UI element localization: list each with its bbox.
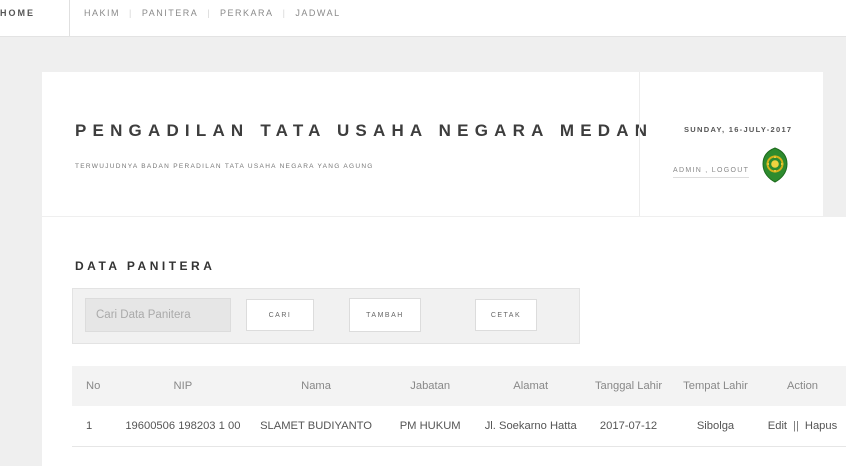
- site-title: PENGADILAN TATA USAHA NEGARA MEDAN: [75, 121, 654, 140]
- panitera-table: No NIP Nama Jabatan Alamat Tanggal Lahir…: [72, 366, 846, 447]
- action-separator: ||: [793, 419, 799, 432]
- nav-item-hakim[interactable]: HAKIM: [84, 8, 120, 18]
- table-row: 1 19600506 198203 1 00 SLAMET BUDIYANTO …: [72, 406, 846, 446]
- header-card: PENGADILAN TATA USAHA NEGARA MEDAN TERWU…: [42, 72, 823, 216]
- cell-tempat-lahir: Sibolga: [696, 419, 735, 432]
- col-header-action: Action: [786, 380, 819, 392]
- cell-no: 1: [86, 419, 93, 432]
- search-input[interactable]: [85, 298, 231, 332]
- cell-jabatan: PM HUKUM: [399, 419, 461, 432]
- header-divider: [639, 72, 640, 216]
- nav-item-divider: |: [282, 8, 287, 18]
- admin-logout-link[interactable]: ADMIN , LOGOUT: [673, 167, 750, 178]
- col-header-no: No: [86, 380, 101, 392]
- nav-item-perkara[interactable]: PERKARA: [220, 8, 274, 18]
- cari-button[interactable]: CARI: [246, 299, 314, 331]
- panitera-table-wrap: No NIP Nama Jabatan Alamat Tanggal Lahir…: [72, 366, 846, 447]
- nav-divider: [69, 0, 70, 36]
- cell-alamat: Jl. Soekarno Hatta: [484, 419, 577, 432]
- main-card: DATA PANITERA CARI TAMBAH CETAK No NIP N…: [42, 217, 846, 466]
- col-header-nip: NIP: [173, 380, 193, 392]
- section-title: DATA PANITERA: [75, 259, 216, 273]
- cell-nip: 19600506 198203 1 00: [125, 419, 241, 432]
- col-header-jabatan: Jabatan: [410, 380, 451, 392]
- search-toolbar: CARI TAMBAH CETAK: [72, 288, 580, 344]
- nav-item-divider: |: [129, 8, 133, 18]
- tambah-button[interactable]: TAMBAH: [349, 298, 421, 332]
- cell-tanggal-lahir: 2017-07-12: [599, 419, 658, 432]
- nav-menu: HAKIM | PANITERA | PERKARA | JADWAL: [84, 8, 341, 18]
- nav-item-divider: |: [207, 8, 212, 18]
- site-subtitle: TERWUJUDNYA BADAN PERADILAN TATA USAHA N…: [75, 163, 374, 170]
- cell-nama: SLAMET BUDIYANTO: [260, 419, 372, 432]
- col-header-tempat-lahir: Tempat Lahir: [683, 380, 748, 392]
- cetak-button[interactable]: CETAK: [475, 299, 537, 331]
- col-header-nama: Nama: [301, 380, 331, 392]
- edit-link[interactable]: Edit: [768, 420, 787, 432]
- nav-home[interactable]: HOME: [0, 8, 35, 18]
- nav-item-panitera[interactable]: PANITERA: [142, 8, 198, 18]
- table-header-row: No NIP Nama Jabatan Alamat Tanggal Lahir…: [72, 366, 846, 406]
- court-emblem-icon: [762, 147, 788, 183]
- top-nav: HOME HAKIM | PANITERA | PERKARA | JADWAL: [0, 0, 846, 37]
- col-header-tanggal-lahir: Tanggal Lahir: [594, 380, 663, 392]
- col-header-alamat: Alamat: [513, 380, 549, 392]
- current-date: SUNDAY, 16-JULY-2017: [684, 125, 793, 134]
- cell-action: Edit || Hapus: [759, 406, 846, 446]
- nav-item-jadwal[interactable]: JADWAL: [295, 8, 340, 18]
- hapus-link[interactable]: Hapus: [805, 420, 837, 432]
